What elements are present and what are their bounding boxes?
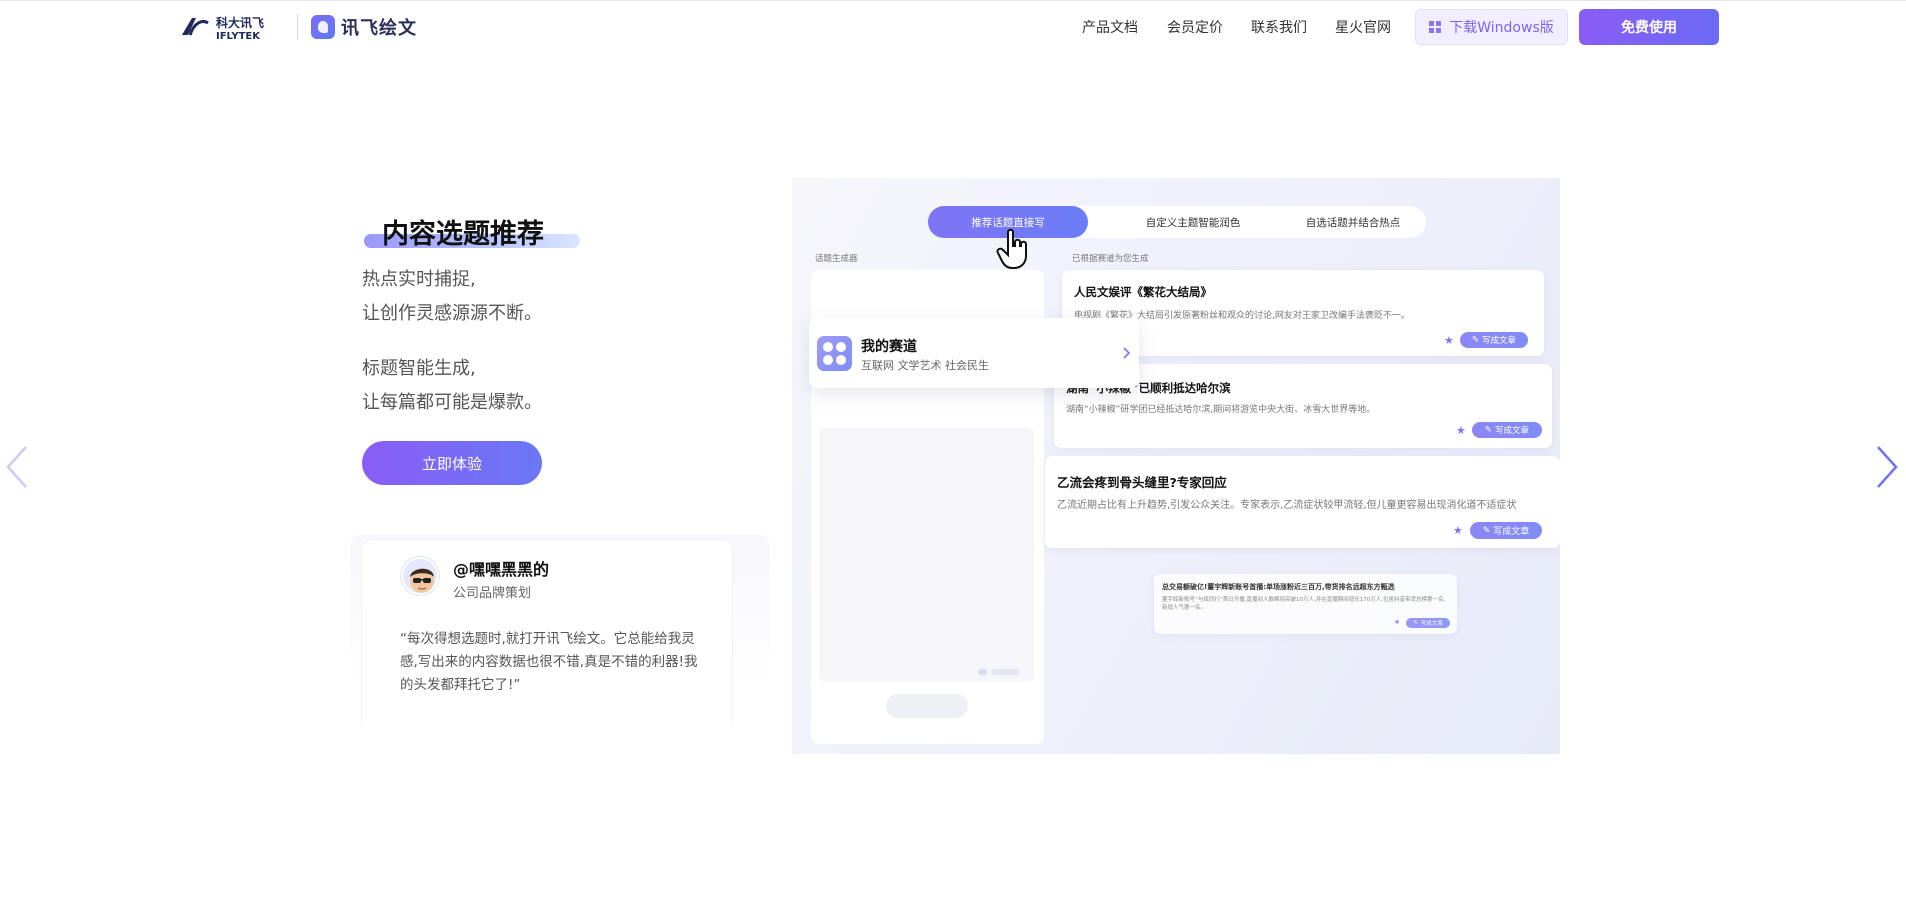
write-article-label: 写成文章 [1420, 621, 1443, 627]
write-article-label: 写成文章 [1482, 336, 1517, 346]
favorite-star-icon[interactable]: ★ [1453, 524, 1463, 537]
pen-icon: ✎ [1471, 335, 1480, 345]
app-name: 讯飞绘文 [341, 18, 417, 39]
carousel-prev-arrow-icon[interactable] [4, 445, 30, 489]
download-windows-label: 下载Windows版 [1449, 20, 1554, 36]
generator-content-area [819, 428, 1034, 682]
site-header: 科大讯飞 IFLYTEK 讯飞绘文 产品文档 会员定价 联系我们 星火官网 下载… [0, 1, 1906, 51]
write-article-button[interactable]: ✎ 写成文章 [1406, 618, 1450, 628]
track-subtitle: 互联网 文学艺术 社会民生 [861, 359, 989, 372]
write-article-button[interactable]: ✎ 写成文章 [1470, 522, 1542, 539]
write-article-button[interactable]: ✎ 写成文章 [1460, 332, 1528, 348]
generated-label: 已根据赛道为您生成 [1072, 254, 1149, 264]
pen-icon: ✎ [1484, 425, 1493, 435]
write-article-button[interactable]: ✎ 写成文章 [1472, 422, 1542, 438]
feature-desc-line: 热点实时捕捉, [362, 269, 476, 290]
news-body: 乙流近期占比有上升趋势,引发公众关注。专家表示,乙流症状较甲流轻,但儿童更容易出… [1057, 500, 1517, 511]
write-article-label: 写成文章 [1493, 527, 1530, 537]
feature-title-block: 内容选题推荐 [362, 210, 582, 254]
news-body: 董宇辉新账号“与辉同行”首日开播,直播间人数瞬间突破10万人,并在直播期间增长1… [1162, 597, 1446, 611]
app-logo[interactable]: 讯飞绘文 [311, 13, 417, 41]
avatar [401, 557, 439, 595]
favorite-star-icon[interactable]: ★ [1456, 424, 1466, 437]
favorite-star-icon[interactable]: ★ [1444, 334, 1454, 347]
news-card[interactable]: 乙流会疼到骨头缝里?专家回应 乙流近期占比有上升趋势,引发公众关注。专家表示,乙… [1045, 456, 1560, 548]
nav-pricing[interactable]: 会员定价 [1167, 17, 1223, 37]
news-title: 总交易额破亿!董宇辉新账号首播:单场涨粉近三百万,带货排名远超东方甄选 [1162, 583, 1395, 591]
nav-spark-site[interactable]: 星火官网 [1335, 17, 1391, 37]
nav-product-docs[interactable]: 产品文档 [1082, 17, 1138, 37]
pagination-dots [978, 669, 1020, 675]
product-mockup: 推荐话题直接写 自定义主题智能润色 自选话题并结合热点 话题生成器 已根据赛道为… [792, 178, 1560, 754]
feature-title: 内容选题推荐 [382, 219, 544, 250]
testimonial-role: 公司品牌策划 [453, 586, 532, 601]
testimonial-quote: “每次得想选题时,就打开讯飞绘文。它总能给我灵感,写出来的内容数据也很不错,真是… [400, 631, 698, 693]
pen-icon: ✎ [1413, 620, 1418, 626]
feature-desc-line: 标题智能生成, [362, 358, 476, 379]
feature-desc-line: 让创作灵感源源不断。 [362, 303, 542, 324]
tab-custom-theme[interactable]: 自定义主题智能润色 [1108, 206, 1278, 238]
track-app-icon [817, 336, 852, 371]
nav-contact[interactable]: 联系我们 [1251, 17, 1307, 37]
app-logo-icon [311, 15, 335, 39]
favorite-star-icon[interactable]: ★ [1394, 618, 1400, 626]
pointer-hand-icon [996, 228, 1027, 269]
free-use-button[interactable]: 免费使用 [1579, 9, 1719, 45]
news-title: 人民文娱评《繁花大结局》 [1074, 285, 1212, 299]
news-card[interactable]: 总交易额破亿!董宇辉新账号首播:单场涨粉近三百万,带货排名远超东方甄选 董宇辉新… [1154, 574, 1457, 634]
generator-label: 话题生成器 [815, 254, 858, 264]
iflytek-logo-en: IFLYTEK [216, 31, 261, 41]
pen-icon: ✎ [1482, 525, 1491, 536]
chevron-right-icon [1123, 347, 1131, 359]
feature-desc-line: 让每篇都可能是爆款。 [362, 392, 542, 413]
windows-icon [1429, 21, 1442, 33]
carousel-next-arrow-icon[interactable] [1874, 445, 1900, 489]
news-body: 湖南“小辣椒”研学团已经抵达哈尔滨,期间将游览中央大街、冰雪大世界等地。 [1066, 405, 1376, 415]
logo-divider [297, 14, 298, 40]
news-title: 乙流会疼到骨头缝里?专家回应 [1057, 475, 1227, 490]
iflytek-logo-cn: 科大讯飞 [216, 15, 264, 30]
write-article-label: 写成文章 [1495, 426, 1530, 436]
my-track-card[interactable]: 我的赛道 互联网 文学艺术 社会民生 [809, 318, 1139, 388]
try-now-button[interactable]: 立即体验 [362, 441, 542, 485]
track-title: 我的赛道 [861, 339, 917, 355]
testimonial-name: @嘿嘿黑黑的 [453, 560, 550, 579]
download-windows-button[interactable]: 下载Windows版 [1415, 9, 1568, 45]
tab-hot-topics[interactable]: 自选话题并结合热点 [1268, 206, 1438, 238]
iflytek-logo[interactable]: 科大讯飞 IFLYTEK [180, 13, 285, 41]
generator-button[interactable] [886, 694, 968, 718]
